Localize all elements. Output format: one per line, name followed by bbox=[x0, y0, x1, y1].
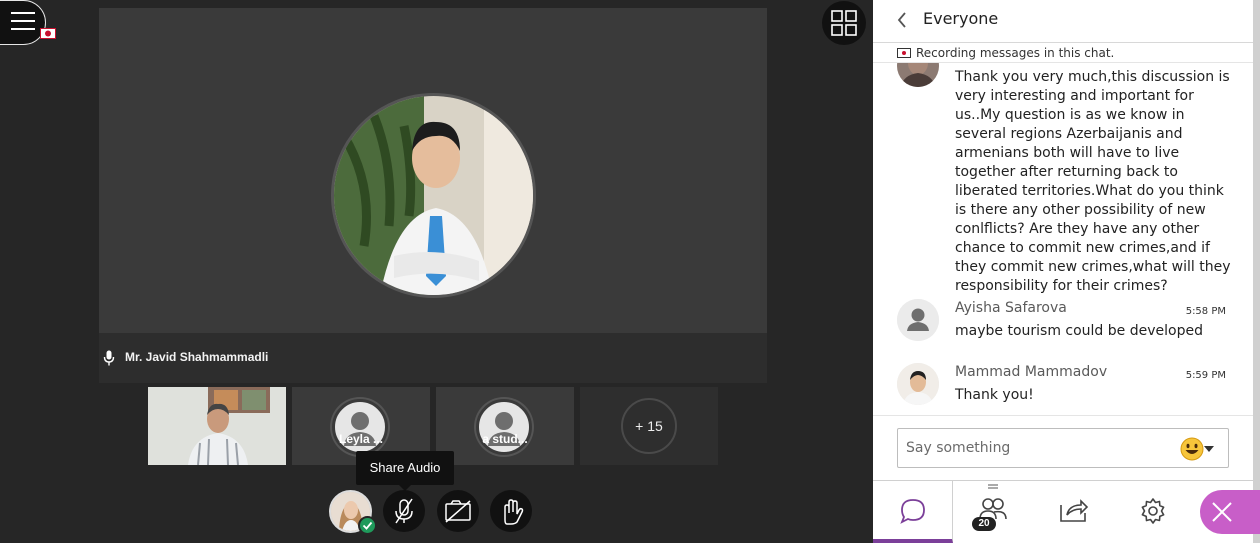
status-check-icon bbox=[358, 516, 377, 535]
microphone-off-icon bbox=[395, 498, 413, 524]
panel-border bbox=[1253, 0, 1260, 543]
panel-tab-bar: 20 bbox=[873, 480, 1253, 543]
chat-title: Everyone bbox=[923, 9, 999, 28]
chat-header: Everyone bbox=[873, 0, 1253, 43]
speaker-name: Mr. Javid Shahmammadli bbox=[125, 350, 269, 364]
recording-icon bbox=[40, 28, 56, 39]
share-audio-tooltip: Share Audio bbox=[356, 451, 454, 491]
tab-chat[interactable] bbox=[873, 481, 953, 543]
tab-attendees[interactable]: 20 bbox=[953, 481, 1033, 543]
avatar bbox=[897, 63, 939, 87]
gear-icon bbox=[1141, 498, 1165, 524]
divider bbox=[873, 415, 1253, 416]
participant-name: Leyla ... bbox=[338, 432, 384, 446]
more-participants-tile[interactable]: + 15 bbox=[580, 387, 718, 465]
attendee-count-badge: 20 bbox=[972, 517, 996, 531]
avatar bbox=[897, 363, 939, 405]
chat-message-input[interactable] bbox=[906, 438, 1166, 458]
hamburger-icon-bar bbox=[11, 20, 35, 22]
share-content-icon bbox=[1060, 499, 1089, 522]
recording-notice: Recording messages in this chat. bbox=[897, 46, 1114, 60]
tab-share-content[interactable] bbox=[1033, 481, 1113, 543]
participant-name: a stud... bbox=[482, 432, 528, 446]
avatar bbox=[897, 299, 939, 341]
chevron-left-icon[interactable] bbox=[895, 10, 909, 30]
message-time: 5:59 PM bbox=[1185, 370, 1226, 381]
avatar bbox=[476, 399, 532, 455]
hamburger-icon-bar bbox=[11, 28, 35, 30]
camera-off-icon bbox=[445, 500, 471, 523]
message-author: Mammad Mammadov bbox=[955, 364, 1108, 380]
video-stage: Mr. Javid Shahmammadli Leyla ... a stud.… bbox=[0, 0, 873, 543]
chat-panel: Everyone Recording messages in this chat… bbox=[873, 0, 1260, 543]
speaker-name-bar: Mr. Javid Shahmammadli bbox=[99, 333, 767, 383]
recording-icon bbox=[897, 48, 911, 58]
message-text: Thank you! bbox=[955, 387, 1034, 403]
chat-message-list[interactable]: Thank you very much,this discussion is v… bbox=[873, 63, 1253, 415]
emoji-icon bbox=[1180, 437, 1214, 461]
message-text: Thank you very much,this discussion is v… bbox=[955, 69, 1231, 294]
message-text: maybe tourism could be developed bbox=[955, 323, 1203, 339]
close-panel-button[interactable] bbox=[1200, 490, 1260, 534]
close-icon bbox=[1212, 502, 1232, 522]
emoji-picker-button[interactable] bbox=[1180, 436, 1228, 462]
camera-toggle-button[interactable] bbox=[437, 490, 479, 532]
chat-icon bbox=[900, 499, 925, 524]
people-icon bbox=[979, 484, 1007, 520]
raise-hand-button[interactable] bbox=[490, 490, 532, 532]
microphone-toggle-button[interactable] bbox=[383, 490, 425, 532]
more-participants-count: + 15 bbox=[621, 398, 677, 454]
participant-tile-student[interactable]: a stud... bbox=[436, 387, 574, 465]
grid-view-button[interactable] bbox=[822, 1, 866, 45]
grid-view-icon bbox=[831, 10, 857, 36]
participant-tile-video[interactable] bbox=[148, 387, 286, 465]
hand-icon bbox=[504, 499, 524, 525]
hamburger-icon bbox=[11, 12, 35, 14]
message-author: Ayisha Safarova bbox=[955, 300, 1067, 316]
recording-notice-text: Recording messages in this chat. bbox=[916, 46, 1115, 60]
active-speaker-avatar bbox=[331, 93, 536, 298]
chat-compose-box[interactable] bbox=[897, 428, 1229, 468]
tab-settings[interactable] bbox=[1113, 481, 1193, 543]
microphone-icon bbox=[103, 350, 115, 366]
avatar bbox=[332, 399, 388, 455]
message-time: 5:58 PM bbox=[1185, 306, 1226, 317]
